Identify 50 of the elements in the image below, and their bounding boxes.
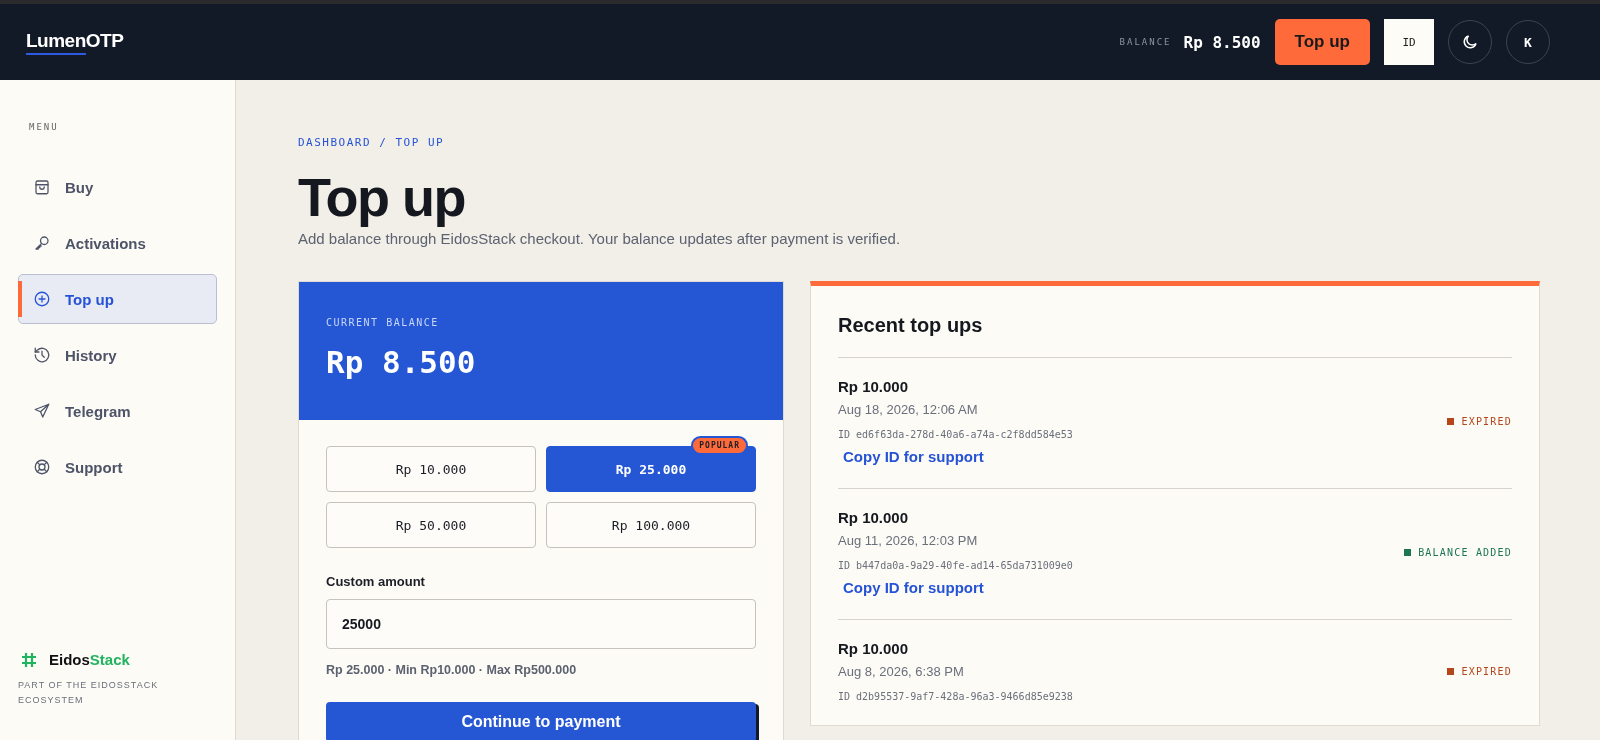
popular-badge: POPULAR: [691, 436, 748, 455]
balance-amount: Rp 8.500: [326, 344, 476, 380]
top-up-date: Aug 8, 2026, 6:38 PM: [838, 664, 964, 679]
logo: LumenOTP: [26, 29, 124, 55]
continue-button[interactable]: Continue to payment: [326, 702, 756, 740]
sidebar-item[interactable]: Telegram: [18, 386, 217, 436]
sidebar-item[interactable]: Activations: [18, 218, 217, 268]
brand-logo: EidosStack: [49, 651, 130, 668]
transaction-id: ID b447da0a-9a29-40fe-ad14-65da731009e0: [838, 560, 1073, 571]
transaction-id: ID d2b95537-9af7-428a-96a3-9466d85e9238: [838, 691, 1073, 702]
status-label: BALANCE ADDED: [1418, 547, 1512, 558]
amount-option[interactable]: Rp 10.000: [326, 446, 536, 492]
amount-hint: Rp 25.000 · Min Rp10.000 · Max Rp500.000: [326, 663, 577, 677]
page-title: Top up: [298, 166, 465, 228]
paper-plane-icon: [33, 402, 51, 420]
language-button[interactable]: ID: [1384, 19, 1434, 65]
plus-circle-icon: [33, 290, 51, 308]
top-up-amount: Rp 10.000: [838, 509, 909, 526]
copy-id-link[interactable]: Copy ID for support: [843, 579, 984, 596]
key-icon: [33, 234, 51, 252]
bag-icon: [33, 178, 51, 196]
history-icon: [33, 346, 51, 364]
top-up-date: Aug 18, 2026, 12:06 AM: [838, 402, 978, 417]
status-label: EXPIRED: [1461, 665, 1512, 677]
balance-label: CURRENT BALANCE: [326, 317, 439, 328]
balance-label: BALANCE: [1119, 37, 1172, 47]
top-up-amount: Rp 10.000: [838, 378, 909, 395]
moon-icon: [1461, 33, 1479, 51]
status-label: EXPIRED: [1461, 416, 1512, 427]
lifebuoy-icon: [33, 458, 51, 476]
balance-amount: Rp 8.500: [1183, 32, 1261, 52]
menu-heading: MENU: [29, 122, 60, 132]
recent-title: Recent top ups: [838, 314, 983, 337]
amount-option[interactable]: Rp 100.000: [546, 502, 756, 548]
amount-option[interactable]: Rp 50.000: [326, 502, 536, 548]
custom-amount-field[interactable]: 25000: [326, 599, 756, 649]
custom-amount-label: Custom amount: [326, 574, 425, 589]
top-up-amount: Rp 10.000: [838, 640, 909, 657]
sidebar-item[interactable]: Buy: [18, 162, 217, 212]
breadcrumb: DASHBOARD / TOP UP: [298, 136, 445, 149]
hash-icon: [21, 651, 37, 668]
top-up-date: Aug 11, 2026, 12:03 PM: [838, 533, 978, 548]
brand-caption: PART OF THE EIDOSSTACK ECOSYSTEM: [18, 679, 160, 707]
sidebar-item[interactable]: Top up: [18, 274, 217, 324]
sidebar-item[interactable]: History: [18, 330, 217, 380]
transaction-id: ID ed6f63da-278d-40a6-a74a-c2f8dd584e53: [838, 429, 1073, 440]
copy-id-link[interactable]: Copy ID for support: [843, 448, 984, 465]
page-subtitle: Add balance through EidosStack checkout. Your balance updates after payment is verified.: [298, 230, 901, 247]
top-up-button[interactable]: Top up: [1274, 19, 1370, 65]
sidebar-item[interactable]: Support: [18, 442, 217, 492]
